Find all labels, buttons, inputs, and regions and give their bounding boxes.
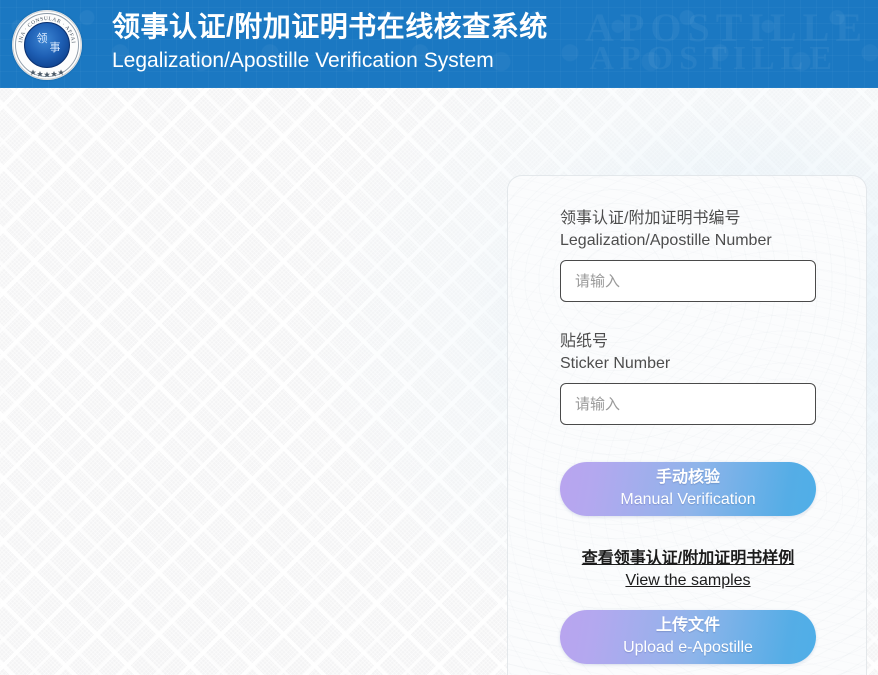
manual-verification-label-english: Manual Verification — [620, 491, 756, 508]
verification-form-card: 领事认证/附加证明书编号 Legalization/Apostille Numb… — [508, 176, 866, 675]
verification-page: APOSTILLE APOSTILLE CHINA · CONSULAR · — [0, 0, 878, 675]
header-watermark-text: APOSTILLE — [585, 5, 868, 50]
consular-affairs-emblem-logo: CHINA · CONSULAR · AFFAIRS 领 事 — [12, 10, 82, 80]
upload-eapostille-button[interactable]: 上传文件 Upload e-Apostille — [560, 610, 816, 664]
sticker-number-label-english: Sticker Number — [560, 355, 671, 372]
sticker-number-input[interactable] — [560, 383, 816, 425]
view-samples-label-chinese: 查看领事认证/附加证明书样例 — [581, 550, 795, 567]
header-watermark-text-secondary: APOSTILLE — [589, 40, 838, 77]
svg-text:领: 领 — [37, 32, 48, 45]
sticker-number-label-chinese: 贴纸号 — [560, 333, 609, 350]
legalization-number-label-chinese: 领事认证/附加证明书编号 — [560, 210, 741, 227]
page-title-english: Legalization/Apostille Verification Syst… — [112, 49, 494, 72]
sticker-number-field-group: 贴纸号 Sticker Number — [560, 331, 816, 425]
page-header: APOSTILLE APOSTILLE CHINA · CONSULAR · — [0, 0, 878, 88]
manual-verification-button[interactable]: 手动核验 Manual Verification — [560, 462, 816, 516]
view-samples-label-english: View the samples — [625, 572, 751, 589]
header-title-block: 领事认证/附加证明书在线核查系统 Legalization/Apostille … — [112, 8, 548, 76]
upload-eapostille-label-english: Upload e-Apostille — [623, 639, 753, 656]
svg-text:事: 事 — [50, 41, 61, 54]
legalization-number-label-english: Legalization/Apostille Number — [560, 232, 772, 249]
manual-verification-label-chinese: 手动核验 — [655, 469, 720, 486]
page-title-chinese: 领事认证/附加证明书在线核查系统 — [112, 11, 548, 42]
upload-eapostille-label-chinese: 上传文件 — [655, 617, 720, 634]
legalization-number-field-group: 领事认证/附加证明书编号 Legalization/Apostille Numb… — [560, 208, 816, 302]
view-samples-link[interactable]: 查看领事认证/附加证明书样例 View the samples — [548, 548, 828, 592]
legalization-number-input[interactable] — [560, 260, 816, 302]
